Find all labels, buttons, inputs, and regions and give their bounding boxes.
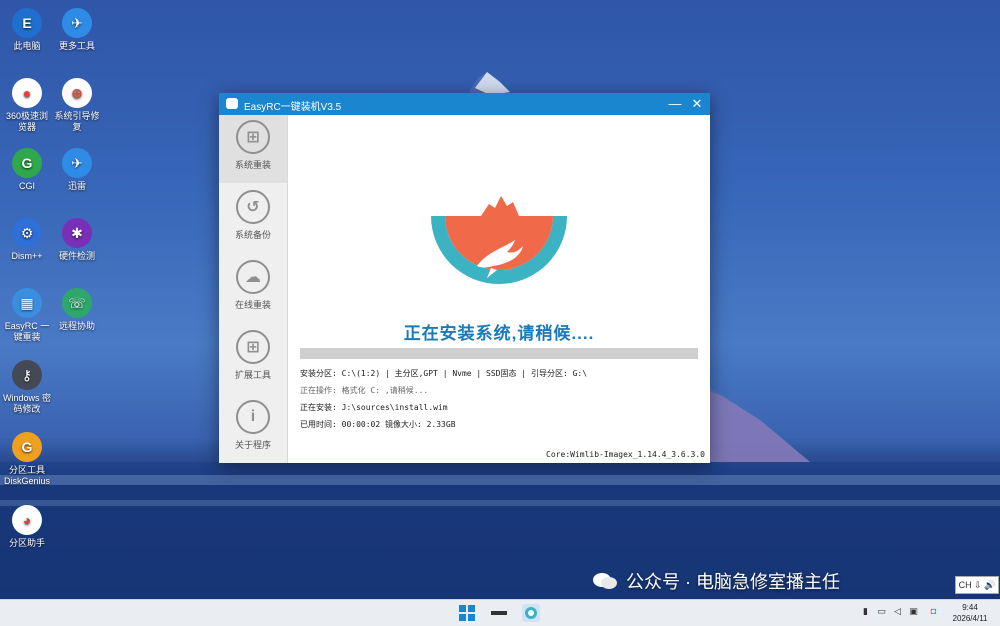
watermark-text: 公众号 · 电脑急修室播主任 <box>626 572 840 592</box>
desktop-icon-label: CGI <box>18 181 35 191</box>
windows-icon: ⊞ <box>236 120 270 154</box>
sidebar-item-extension-tools[interactable]: ⊞ 扩展工具 <box>219 325 287 393</box>
sidebar-item-system-reinstall[interactable]: ⊞ 系统重装 <box>219 115 287 183</box>
window-title: EasyRC一键装机V3.5 <box>244 102 342 113</box>
input-method-indicator[interactable]: CH ⇩ 🔊 <box>955 576 999 594</box>
cloud-icon: ☁ <box>236 260 270 294</box>
sidebar-item-label: 关于程序 <box>234 440 271 450</box>
desktop-icon[interactable]: ⊕ 系统引导修复 <box>53 78 101 133</box>
app-tray-icon[interactable]: ◘ <box>928 606 939 617</box>
network-icon[interactable]: ▮ <box>860 606 871 617</box>
sidebar-item-label: 扩展工具 <box>234 370 271 380</box>
display-icon[interactable]: ▭ <box>876 606 887 617</box>
close-button[interactable]: ✕ <box>687 95 707 113</box>
backup-icon: ↺ <box>236 190 270 224</box>
sidebar-item-label: 系统备份 <box>234 230 271 240</box>
desktop-icon-label: 此电脑 <box>13 41 41 51</box>
desktop-icon[interactable]: G CGI <box>3 148 51 192</box>
sidebar-item-online-reinstall[interactable]: ☁ 在线重装 <box>219 255 287 323</box>
desktop-icon[interactable]: ✈ 更多工具 <box>53 8 101 52</box>
desktop-icon-label: EasyRC 一键重装 <box>4 321 50 342</box>
volume-icon[interactable]: ◁ <box>892 606 903 617</box>
clock[interactable]: 9:44 2026/4/11 <box>944 602 996 624</box>
start-button[interactable] <box>458 604 476 622</box>
desktop-icon-label: 系统引导修复 <box>54 111 100 132</box>
tools-icon: ⊞ <box>236 330 270 364</box>
core-version: Core:Wimlib-Imagex_1.14.4_3.6.3.0 <box>546 450 705 459</box>
easyrc-logo-icon <box>431 196 567 284</box>
clock-date: 2026/4/11 <box>952 614 988 623</box>
sidebar-item-label: 系统重装 <box>234 160 271 170</box>
desktop-icon-label: Windows 密码修改 <box>3 393 52 414</box>
app-icon: E <box>12 8 42 38</box>
easyrc-taskbar-icon[interactable] <box>522 604 540 622</box>
main-content: 正在安装系统,请稍候.... 安装分区: C:\(1:2) | 主分区,GPT … <box>288 115 710 463</box>
current-operation: 正在操作: 格式化 C: ,请稍候... <box>300 386 429 395</box>
minimize-button[interactable]: — <box>665 95 685 113</box>
sidebar: ⊞ 系统重装 ↺ 系统备份 ☁ 在线重装 ⊞ 扩展工具 i 关于程序 <box>219 115 288 463</box>
desktop-icon-label: 360极速浏览器 <box>5 111 49 132</box>
wechat-icon <box>593 573 617 589</box>
app-icon: ● <box>12 78 42 108</box>
app-icon <box>226 98 238 109</box>
desktop-icon-label: 远程协助 <box>58 321 95 331</box>
desktop-icon[interactable]: G 分区工具DiskGenius <box>3 432 51 487</box>
desktop-icon-label: 硬件检测 <box>58 251 95 261</box>
sidebar-item-system-backup[interactable]: ↺ 系统备份 <box>219 185 287 253</box>
app-icon: ☏ <box>62 288 92 318</box>
desktop-icon[interactable]: ✱ 硬件检测 <box>53 218 101 262</box>
app-icon: ⚷ <box>12 360 42 390</box>
app-icon: ✱ <box>62 218 92 248</box>
install-status: 正在安装系统,请稍候.... <box>403 324 595 343</box>
watermark: 公众号 · 电脑急修室播主任 <box>592 568 840 594</box>
progress-bar <box>300 348 698 359</box>
desktop-icon-label: Dism++ <box>11 251 43 261</box>
app-icon: ⚙ <box>12 218 42 248</box>
app-icon: G <box>12 432 42 462</box>
app-icon: ✈ <box>62 148 92 178</box>
desktop-icon[interactable]: ⚙ Dism++ <box>3 218 51 262</box>
sidebar-item-about[interactable]: i 关于程序 <box>219 395 287 463</box>
device-icon[interactable]: ▣ <box>908 606 919 617</box>
desktop-icon[interactable]: ✈ 迅雷 <box>53 148 101 192</box>
desktop-icon-label: 分区工具DiskGenius <box>3 465 50 486</box>
desktop-icon-label: 更多工具 <box>58 41 95 51</box>
app-icon: ⊕ <box>62 78 92 108</box>
elapsed-time: 已用时间: 00:00:02 镜像大小: 2.33GB <box>300 420 456 429</box>
task-view-icon[interactable] <box>490 604 508 622</box>
desktop-icon[interactable]: ⚷ Windows 密码修改 <box>3 360 51 415</box>
desktop-icon[interactable]: ◕ 分区助手 <box>3 505 51 549</box>
desktop-icon[interactable]: ● 360极速浏览器 <box>3 78 51 133</box>
desktop-icon[interactable]: ☏ 远程协助 <box>53 288 101 332</box>
sidebar-item-label: 在线重装 <box>234 300 271 310</box>
clock-time: 9:44 <box>962 603 978 612</box>
partition-info: 安装分区: C:\(1:2) | 主分区,GPT | Nvme | SSD固态 … <box>300 369 588 378</box>
app-icon: G <box>12 148 42 178</box>
desktop-icon-label: 迅雷 <box>67 181 86 191</box>
easyrc-window: EasyRC一键装机V3.5 — ✕ ⊞ 系统重装 ↺ 系统备份 ☁ 在线重装 … <box>219 93 710 463</box>
desktop-icon[interactable]: E 此电脑 <box>3 8 51 52</box>
desktop-icon[interactable]: ▦ EasyRC 一键重装 <box>3 288 51 343</box>
app-icon: ✈ <box>62 8 92 38</box>
app-icon: ◕ <box>12 505 42 535</box>
info-icon: i <box>236 400 270 434</box>
desktop-icon-label: 分区助手 <box>8 538 45 548</box>
title-bar[interactable]: EasyRC一键装机V3.5 — ✕ <box>219 93 710 115</box>
taskbar: ▮ ▭ ◁ ▣ ◘ 9:44 2026/4/11 <box>0 599 1000 626</box>
app-icon: ▦ <box>12 288 42 318</box>
install-source: 正在安装: J:\sources\install.wim <box>300 403 448 412</box>
